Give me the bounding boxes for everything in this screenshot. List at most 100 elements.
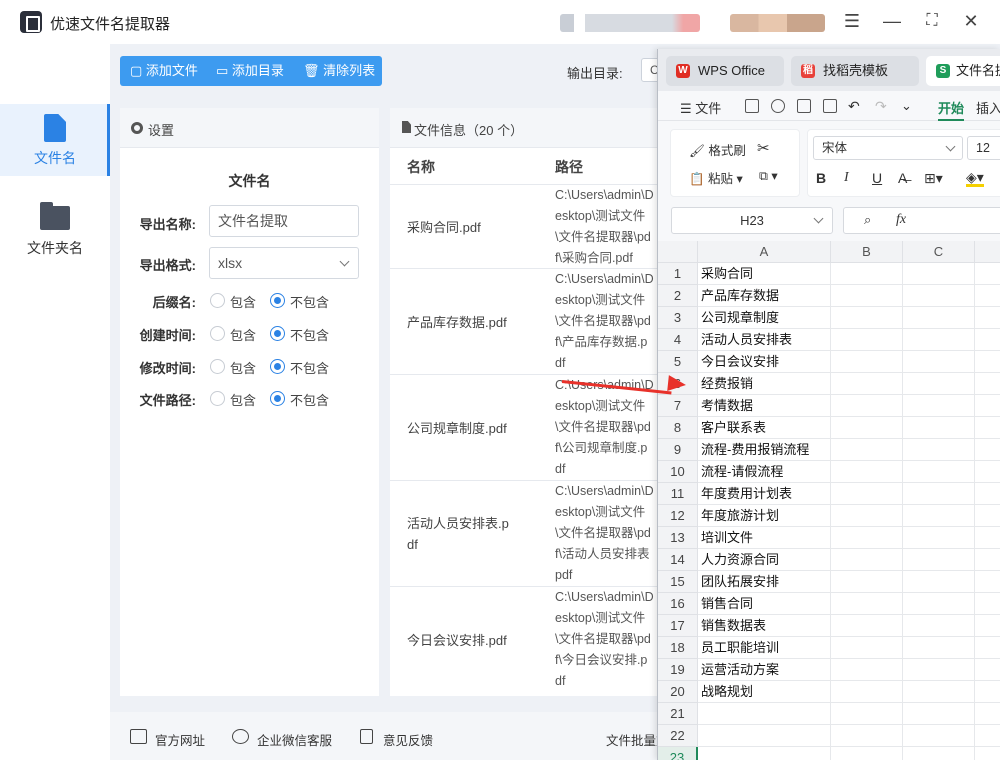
cell-empty[interactable]	[903, 483, 975, 505]
cell-empty[interactable]	[903, 307, 975, 329]
cell-empty[interactable]	[831, 659, 903, 681]
cell-empty[interactable]	[975, 285, 1000, 307]
export-name-input[interactable]: 文件名提取	[209, 205, 359, 237]
cell-empty[interactable]	[975, 659, 1000, 681]
row-number[interactable]: 9	[658, 439, 698, 461]
cell-column-a[interactable]: 产品库存数据	[698, 285, 831, 307]
cell-empty[interactable]	[975, 681, 1000, 703]
minimize-icon[interactable]: —	[880, 10, 904, 34]
row-number[interactable]: 23	[658, 747, 698, 760]
cell-empty[interactable]	[975, 615, 1000, 637]
cell-empty[interactable]	[831, 373, 903, 395]
cell-column-a[interactable]: 经费报销	[698, 373, 831, 395]
cell-empty[interactable]	[975, 571, 1000, 593]
row-number[interactable]: 17	[658, 615, 698, 637]
cell-empty[interactable]	[831, 571, 903, 593]
sidebar-item-foldername[interactable]: 文件夹名	[0, 194, 110, 266]
cell-empty[interactable]	[975, 307, 1000, 329]
cell-empty[interactable]	[831, 615, 903, 637]
cell-empty[interactable]	[831, 527, 903, 549]
row-number[interactable]: 15	[658, 571, 698, 593]
cell-empty[interactable]	[975, 747, 1000, 760]
column-header-a[interactable]: A	[698, 241, 831, 263]
underline-button[interactable]: U	[872, 170, 882, 186]
font-size-select[interactable]: 12	[967, 136, 1000, 160]
row-number[interactable]: 2	[658, 285, 698, 307]
font-family-select[interactable]: 宋体	[813, 136, 963, 160]
cell-empty[interactable]	[831, 395, 903, 417]
add-directory-button[interactable]: ▭ 添加目录	[216, 56, 284, 86]
export-icon[interactable]	[771, 99, 785, 113]
maximize-icon[interactable]: ⛶	[920, 10, 944, 34]
cell-empty[interactable]	[831, 461, 903, 483]
cell-empty[interactable]	[831, 263, 903, 285]
redo-icon[interactable]: ↷	[875, 98, 887, 115]
cell-empty[interactable]	[903, 417, 975, 439]
cell-empty[interactable]	[903, 593, 975, 615]
close-icon[interactable]: ✕	[959, 10, 983, 34]
start-menu-tab[interactable]: 开始	[938, 98, 965, 121]
cell-column-a[interactable]: 员工职能培训	[698, 637, 831, 659]
cell-empty[interactable]	[831, 593, 903, 615]
strikethrough-icon[interactable]: A̶	[898, 170, 907, 186]
cell-empty[interactable]	[831, 505, 903, 527]
feedback-link[interactable]: 意见反馈	[383, 730, 433, 749]
cell-column-a[interactable]: 运营活动方案	[698, 659, 831, 681]
cell-empty[interactable]	[903, 527, 975, 549]
cell-empty[interactable]	[831, 703, 903, 725]
cell-empty[interactable]	[975, 637, 1000, 659]
radio-exclude[interactable]	[270, 359, 285, 374]
add-file-button[interactable]: ▢ 添加文件	[130, 56, 198, 86]
formula-input[interactable]: ⌕ fx	[843, 207, 1000, 234]
cell-column-a[interactable]: 客户联系表	[698, 417, 831, 439]
cell-empty[interactable]	[903, 615, 975, 637]
column-header-c[interactable]: C	[903, 241, 975, 263]
cell-empty[interactable]	[975, 483, 1000, 505]
cell-empty[interactable]	[975, 351, 1000, 373]
copy-icon[interactable]: ⧉ ▾	[759, 168, 778, 184]
insert-menu-tab[interactable]: 插入	[976, 98, 1000, 117]
website-link[interactable]: 官方网址	[155, 730, 205, 749]
row-number[interactable]: 22	[658, 725, 698, 747]
file-row[interactable]: 活动人员安排表.p df C:\Users\admin\D esktop\测试文件 \文…	[390, 480, 660, 586]
radio-include[interactable]	[210, 326, 225, 341]
row-number[interactable]: 13	[658, 527, 698, 549]
row-number[interactable]: 20	[658, 681, 698, 703]
file-menu[interactable]: ☰ 文件	[680, 98, 721, 117]
radio-include[interactable]	[210, 293, 225, 308]
paste-button[interactable]: 📋 粘贴 ▾	[689, 168, 743, 187]
cell-empty[interactable]	[831, 637, 903, 659]
select-all-corner[interactable]	[658, 241, 698, 263]
row-number[interactable]: 21	[658, 703, 698, 725]
undo-icon[interactable]: ↶	[848, 98, 860, 115]
file-row[interactable]: 公司规章制度.pdfC:\Users\admin\Desktop\测试文件\文件…	[390, 374, 660, 480]
cell-empty[interactable]	[831, 351, 903, 373]
print-preview-icon[interactable]	[823, 99, 837, 113]
radio-include[interactable]	[210, 391, 225, 406]
cell-column-a[interactable]: 年度费用计划表	[698, 483, 831, 505]
bold-button[interactable]: B	[816, 170, 826, 186]
cell-empty[interactable]	[831, 725, 903, 747]
row-number[interactable]: 8	[658, 417, 698, 439]
row-number[interactable]: 7	[658, 395, 698, 417]
cell-empty[interactable]	[903, 571, 975, 593]
cell-empty[interactable]	[903, 725, 975, 747]
cut-icon[interactable]: ✂	[757, 139, 770, 157]
row-number[interactable]: 14	[658, 549, 698, 571]
cell-empty[interactable]	[975, 549, 1000, 571]
cell-name-box[interactable]: H23	[671, 207, 833, 234]
cell-column-a[interactable]: 人力资源合同	[698, 549, 831, 571]
italic-button[interactable]: I	[844, 170, 849, 186]
cell-column-a[interactable]	[698, 725, 831, 747]
cell-empty[interactable]	[831, 681, 903, 703]
border-icon[interactable]: ⊞▾	[924, 170, 943, 187]
cell-empty[interactable]	[831, 307, 903, 329]
row-number[interactable]: 18	[658, 637, 698, 659]
cell-empty[interactable]	[903, 747, 975, 760]
cell-empty[interactable]	[903, 263, 975, 285]
cell-column-a[interactable]: 销售合同	[698, 593, 831, 615]
fill-color-icon[interactable]: ◈▾	[966, 170, 984, 187]
row-number[interactable]: 16	[658, 593, 698, 615]
cell-column-a[interactable]: 流程-请假流程	[698, 461, 831, 483]
cell-empty[interactable]	[975, 439, 1000, 461]
